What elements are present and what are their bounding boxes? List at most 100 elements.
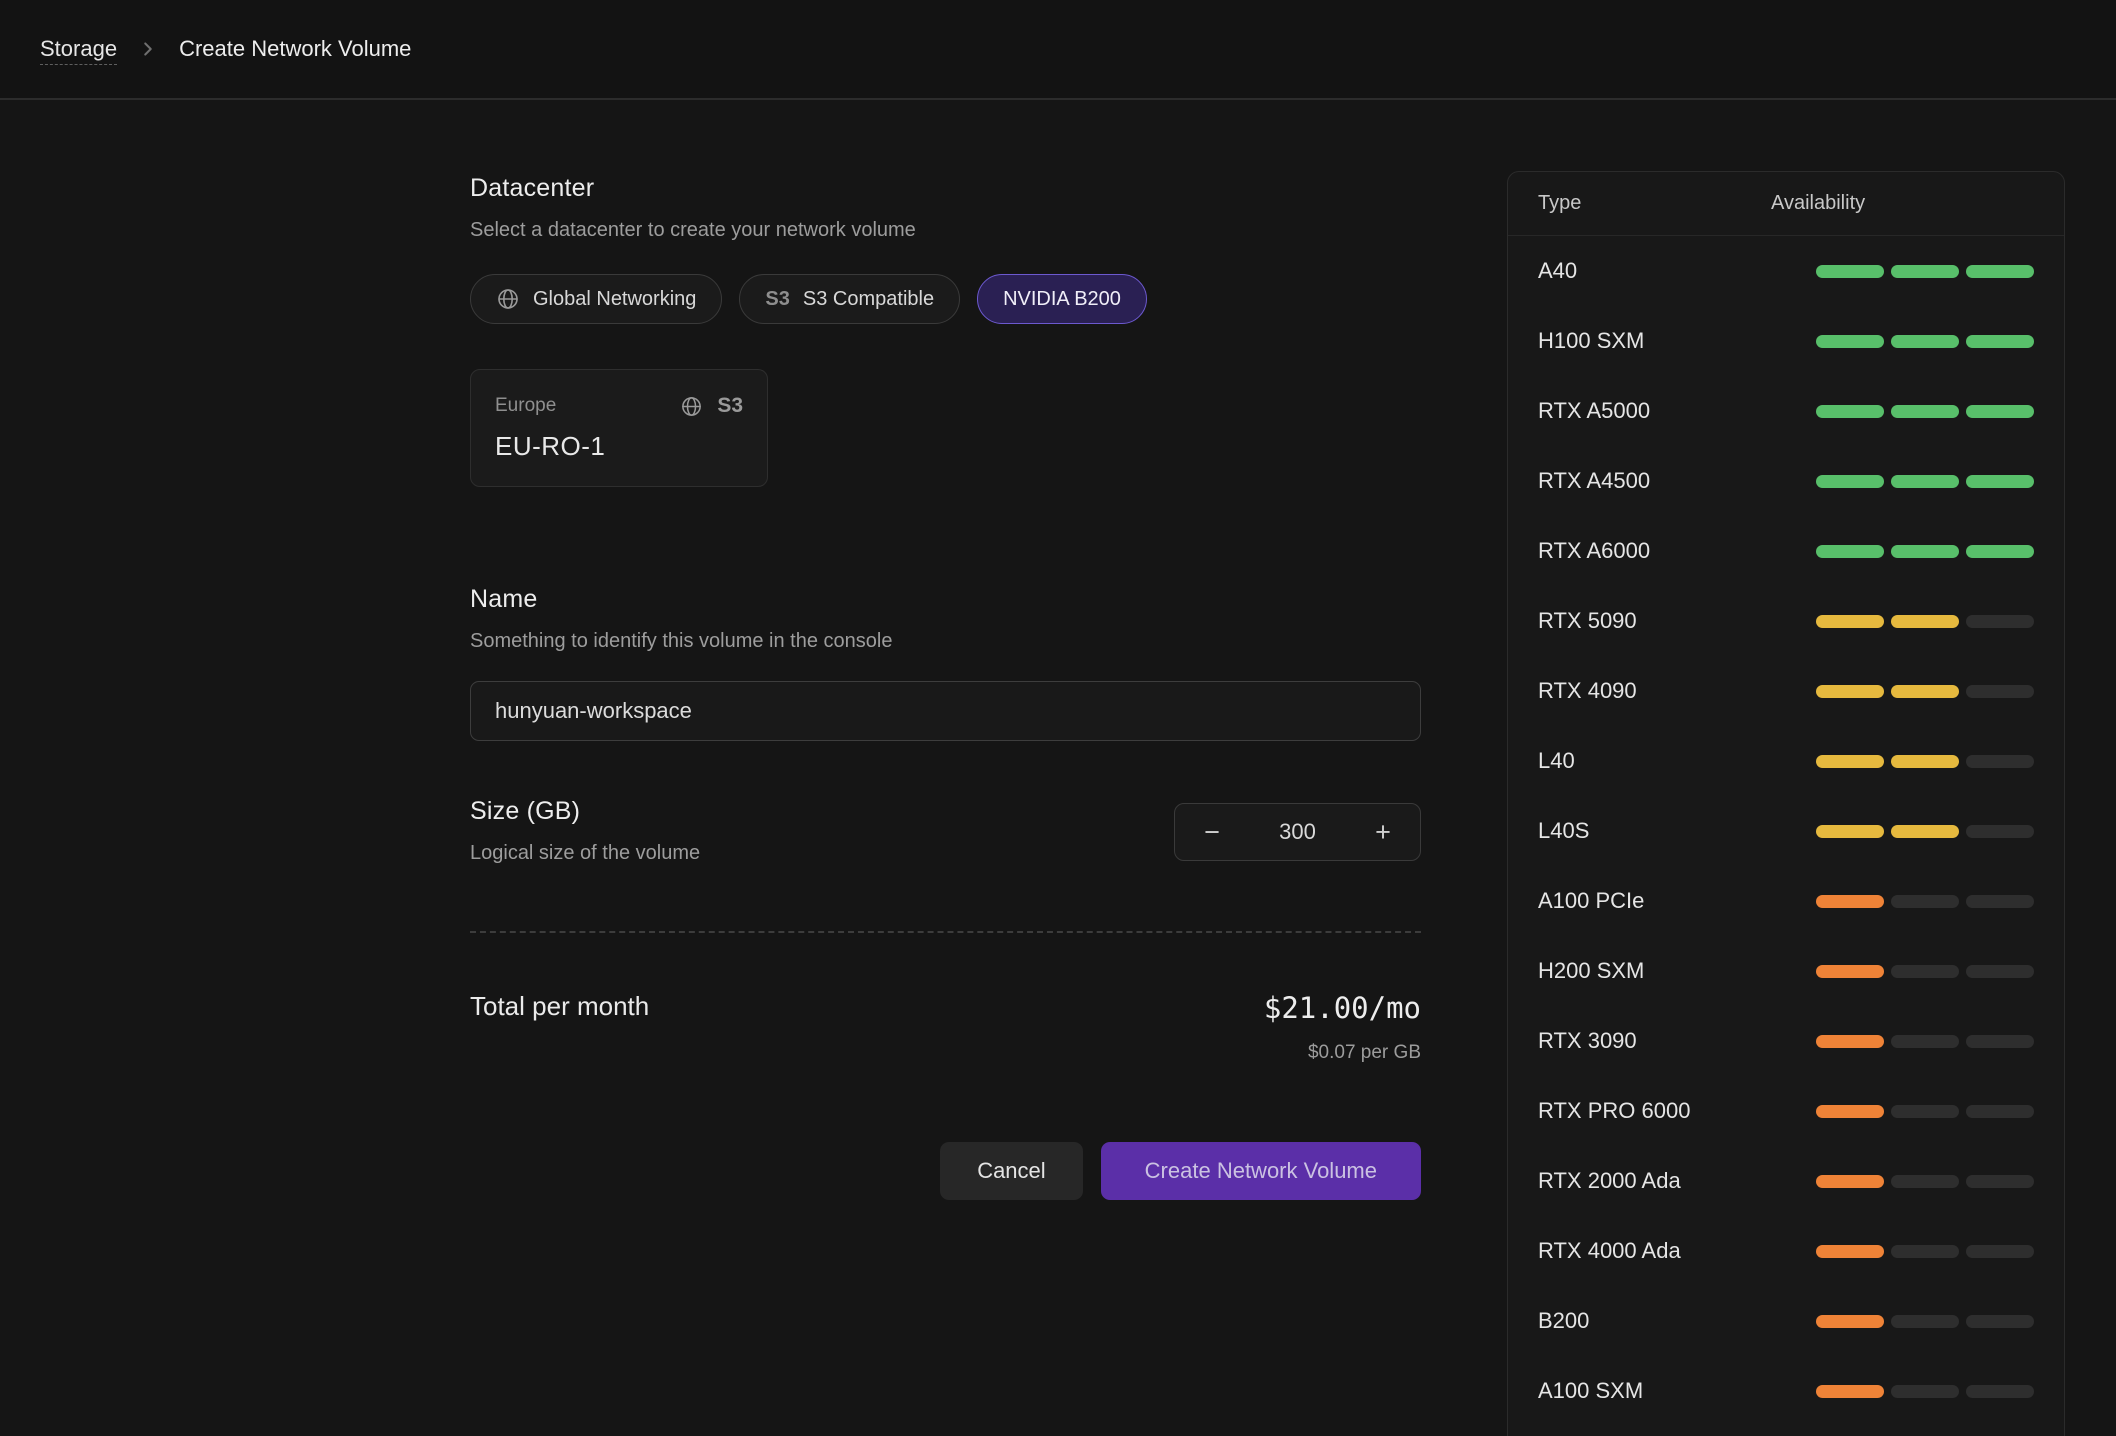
availability-row: A40 bbox=[1508, 236, 2064, 306]
volume-name-input[interactable] bbox=[470, 681, 1421, 741]
gpu-type-label: A100 PCIe bbox=[1538, 888, 1644, 914]
create-network-volume-button[interactable]: Create Network Volume bbox=[1101, 1142, 1421, 1200]
datacenter-name: EU-RO-1 bbox=[495, 431, 743, 462]
gpu-type-label: B200 bbox=[1538, 1308, 1589, 1334]
availability-meter bbox=[1816, 825, 2034, 838]
gpu-type-label: RTX PRO 6000 bbox=[1538, 1098, 1690, 1124]
gpu-type-label: H200 SXM bbox=[1538, 958, 1644, 984]
globe-icon bbox=[496, 287, 520, 311]
datacenter-title: Datacenter bbox=[470, 174, 1421, 203]
filter-chip-label: Global Networking bbox=[533, 288, 696, 311]
cancel-button[interactable]: Cancel bbox=[940, 1142, 1082, 1200]
gpu-type-label: L40S bbox=[1538, 818, 1589, 844]
availability-bar-segment bbox=[1891, 545, 1959, 558]
availability-bar-segment bbox=[1816, 615, 1884, 628]
availability-bar-segment bbox=[1891, 1035, 1959, 1048]
availability-bar-segment bbox=[1966, 405, 2034, 418]
availability-meter bbox=[1816, 755, 2034, 768]
availability-bar-segment bbox=[1966, 475, 2034, 488]
availability-bar-segment bbox=[1891, 825, 1959, 838]
availability-bar-segment bbox=[1966, 825, 2034, 838]
breadcrumb-storage-link[interactable]: Storage bbox=[40, 36, 117, 62]
globe-icon bbox=[680, 395, 703, 418]
divider bbox=[470, 931, 1421, 933]
create-volume-form: Datacenter Select a datacenter to create… bbox=[470, 100, 1421, 1200]
availability-bar-segment bbox=[1816, 1175, 1884, 1188]
availability-meter bbox=[1816, 1245, 2034, 1258]
availability-bar-segment bbox=[1816, 755, 1884, 768]
type-column-header: Type bbox=[1538, 192, 1771, 215]
gpu-type-label: L40 bbox=[1538, 748, 1575, 774]
availability-row: RTX 5090 bbox=[1508, 586, 2064, 656]
availability-bar-segment bbox=[1891, 1385, 1959, 1398]
filter-chip-nvidia-b200[interactable]: NVIDIA B200 bbox=[977, 274, 1147, 324]
availability-row: RTX A4500 bbox=[1508, 446, 2064, 516]
datacenter-card-eu-ro-1[interactable]: Europe S3 EU-RO-1 bbox=[470, 369, 768, 487]
availability-meter bbox=[1816, 965, 2034, 978]
datacenter-card-badges: S3 bbox=[680, 394, 743, 418]
price-summary: Total per month $21.00/mo $0.07 per GB bbox=[470, 991, 1421, 1064]
availability-bar-segment bbox=[1891, 1245, 1959, 1258]
availability-bar-segment bbox=[1966, 895, 2034, 908]
availability-bar-segment bbox=[1966, 265, 2034, 278]
availability-bar-segment bbox=[1966, 685, 2034, 698]
availability-bar-segment bbox=[1816, 825, 1884, 838]
gpu-type-label: RTX 2000 Ada bbox=[1538, 1168, 1681, 1194]
availability-bar-segment bbox=[1966, 755, 2034, 768]
availability-bar-segment bbox=[1891, 335, 1959, 348]
size-value: 300 bbox=[1279, 819, 1316, 845]
availability-rows: A40H100 SXMRTX A5000RTX A4500RTX A6000RT… bbox=[1508, 236, 2064, 1426]
availability-row: H100 SXM bbox=[1508, 306, 2064, 376]
availability-table-header: Type Availability bbox=[1508, 172, 2064, 236]
availability-bar-segment bbox=[1891, 1175, 1959, 1188]
gpu-availability-panel: Type Availability A40H100 SXMRTX A5000RT… bbox=[1507, 171, 2065, 1436]
availability-bar-segment bbox=[1816, 1105, 1884, 1118]
filter-chip-s3-compatible[interactable]: S3 S3 Compatible bbox=[739, 274, 960, 324]
size-increment-button[interactable]: + bbox=[1358, 810, 1408, 854]
availability-bar-segment bbox=[1966, 965, 2034, 978]
gpu-type-label: RTX A4500 bbox=[1538, 468, 1650, 494]
availability-meter bbox=[1816, 265, 2034, 278]
availability-bar-segment bbox=[1966, 1175, 2034, 1188]
availability-meter bbox=[1816, 1315, 2034, 1328]
availability-meter bbox=[1816, 545, 2034, 558]
availability-meter bbox=[1816, 1385, 2034, 1398]
availability-row: A100 PCIe bbox=[1508, 866, 2064, 936]
availability-bar-segment bbox=[1966, 615, 2034, 628]
gpu-type-label: RTX A6000 bbox=[1538, 538, 1650, 564]
availability-row: L40 bbox=[1508, 726, 2064, 796]
availability-bar-segment bbox=[1891, 895, 1959, 908]
availability-bar-segment bbox=[1816, 335, 1884, 348]
availability-bar-segment bbox=[1891, 615, 1959, 628]
size-title: Size (GB) bbox=[470, 797, 700, 826]
gpu-type-label: H100 SXM bbox=[1538, 328, 1644, 354]
availability-bar-segment bbox=[1891, 265, 1959, 278]
datacenter-region-label: Europe bbox=[495, 395, 556, 417]
availability-bar-segment bbox=[1816, 265, 1884, 278]
form-actions: Cancel Create Network Volume bbox=[470, 1142, 1421, 1200]
gpu-type-label: RTX 4000 Ada bbox=[1538, 1238, 1681, 1264]
gpu-type-label: RTX 5090 bbox=[1538, 608, 1637, 634]
availability-bar-segment bbox=[1966, 1385, 2034, 1398]
availability-bar-segment bbox=[1891, 1105, 1959, 1118]
name-subtitle: Something to identify this volume in the… bbox=[470, 630, 1421, 653]
filter-chip-global-networking[interactable]: Global Networking bbox=[470, 274, 722, 324]
availability-bar-segment bbox=[1966, 1245, 2034, 1258]
availability-bar-segment bbox=[1891, 685, 1959, 698]
availability-bar-segment bbox=[1966, 545, 2034, 558]
gpu-type-label: RTX 3090 bbox=[1538, 1028, 1637, 1054]
availability-meter bbox=[1816, 405, 2034, 418]
availability-meter bbox=[1816, 1175, 2034, 1188]
availability-bar-segment bbox=[1816, 405, 1884, 418]
availability-meter bbox=[1816, 895, 2034, 908]
availability-row: B200 bbox=[1508, 1286, 2064, 1356]
s3-badge: S3 bbox=[717, 394, 743, 418]
availability-bar-segment bbox=[1816, 895, 1884, 908]
availability-bar-segment bbox=[1816, 545, 1884, 558]
availability-meter bbox=[1816, 1035, 2034, 1048]
size-subtitle: Logical size of the volume bbox=[470, 842, 700, 865]
size-decrement-button[interactable]: − bbox=[1187, 810, 1237, 854]
availability-bar-segment bbox=[1816, 1385, 1884, 1398]
size-section: Size (GB) Logical size of the volume − 3… bbox=[470, 797, 1421, 865]
availability-bar-segment bbox=[1891, 755, 1959, 768]
